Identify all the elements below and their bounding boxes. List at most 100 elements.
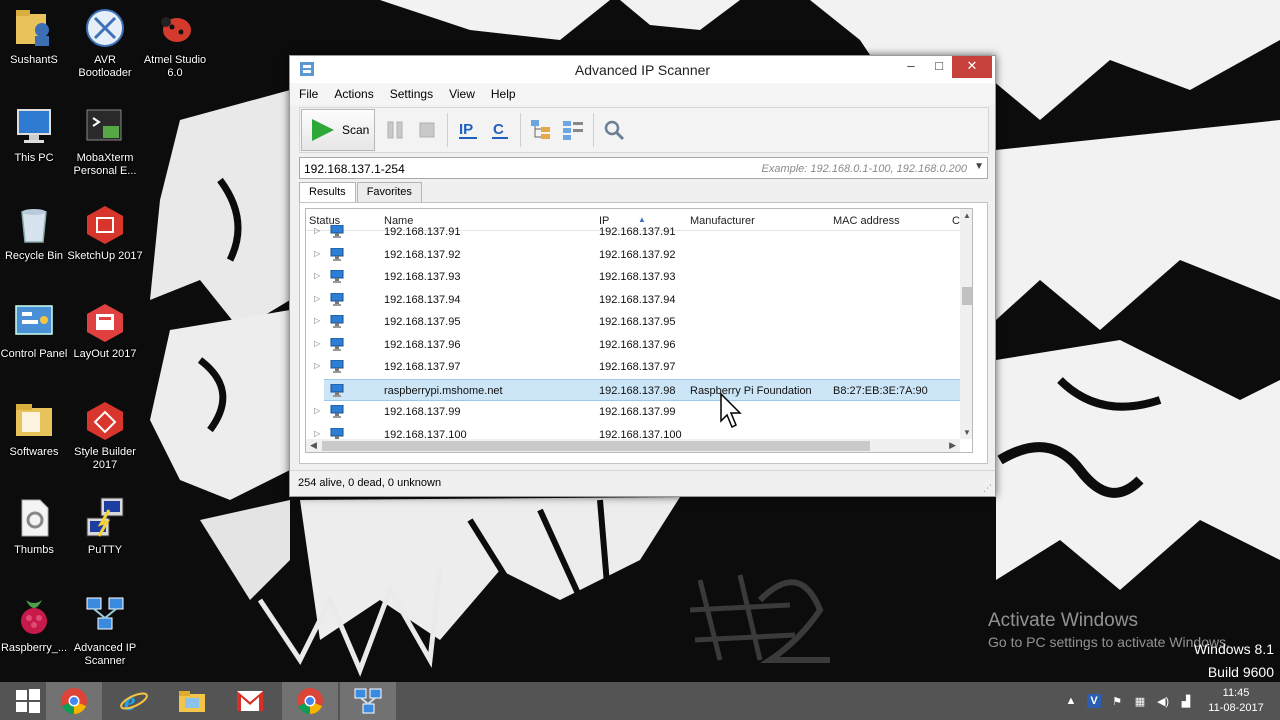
scan-button-label: Scan bbox=[342, 123, 370, 137]
close-button[interactable]: ✕ bbox=[952, 56, 992, 78]
desktop-icon-mobaxterm[interactable]: MobaXterm Personal E... bbox=[66, 104, 144, 178]
host-ip: 192.168.137.96 bbox=[599, 338, 676, 351]
stop-button[interactable] bbox=[413, 115, 441, 145]
menu-settings[interactable]: Settings bbox=[390, 87, 433, 101]
chevron-down-icon[interactable]: ▼ bbox=[974, 161, 984, 172]
scroll-right-icon[interactable]: ▶ bbox=[949, 440, 956, 451]
expand-arrow-icon[interactable]: ▷ bbox=[314, 361, 320, 370]
subnet-class-button[interactable]: C bbox=[486, 115, 514, 145]
svg-text:IP: IP bbox=[459, 121, 473, 138]
ip-range-input[interactable]: 192.168.137.1-254 Example: 192.168.0.1-1… bbox=[299, 157, 988, 179]
desktop-icon-putty[interactable]: PuTTY bbox=[66, 496, 144, 557]
tab-favorites[interactable]: Favorites bbox=[356, 182, 422, 202]
vertical-scrollbar[interactable]: ▲ ▼ bbox=[960, 209, 972, 439]
table-row[interactable]: ▷ 192.168.137.92 192.168.137.92 bbox=[306, 244, 960, 266]
desktop-icon-advanced-ip-scanner[interactable]: Advanced IP Scanner bbox=[66, 594, 144, 668]
desktop-icon-label: Style Builder 2017 bbox=[74, 446, 136, 471]
collapse-all-button[interactable] bbox=[559, 115, 587, 145]
desktop-icon-label: Raspberry_... bbox=[0, 642, 68, 654]
host-alive-icon bbox=[330, 270, 344, 283]
desktop-icon-label: Atmel Studio 6.0 bbox=[143, 54, 207, 79]
system-tray: ▲ V ⚑ ▦ ◀) ▟ bbox=[1064, 682, 1202, 720]
expand-arrow-icon[interactable]: ▷ bbox=[314, 226, 320, 235]
taskbar-chrome-2[interactable] bbox=[282, 682, 338, 720]
taskbar-chrome[interactable] bbox=[46, 682, 102, 720]
scroll-down-icon[interactable]: ▼ bbox=[963, 428, 971, 437]
table-row[interactable]: ▷ 192.168.137.94 192.168.137.94 bbox=[306, 289, 960, 311]
title-bar[interactable]: Advanced IP Scanner – □ ✕ bbox=[290, 56, 995, 83]
table-row[interactable]: ▷ 192.168.137.99 192.168.137.99 bbox=[306, 401, 960, 423]
taskbar-clock[interactable]: 11:45 11-08-2017 bbox=[1200, 686, 1272, 716]
table-row[interactable]: ▷ 192.168.137.96 192.168.137.96 bbox=[306, 334, 960, 356]
host-name: 192.168.137.95 bbox=[384, 316, 461, 328]
results-grid[interactable]: Status Name IP ▲ Manufacturer MAC addres… bbox=[305, 208, 973, 453]
scroll-left-icon[interactable]: ◀ bbox=[310, 440, 317, 451]
host-name: 192.168.137.91 bbox=[384, 226, 461, 238]
scroll-thumb[interactable] bbox=[962, 287, 972, 305]
pause-button[interactable] bbox=[381, 115, 409, 145]
folder-icon bbox=[16, 404, 52, 436]
expand-arrow-icon[interactable]: ▷ bbox=[314, 294, 320, 303]
minimize-button[interactable]: – bbox=[897, 56, 925, 78]
desktop-icon-softwares[interactable]: Softwares bbox=[0, 398, 73, 459]
scan-button[interactable]: Scan bbox=[301, 109, 375, 151]
user-folder-icon bbox=[16, 10, 49, 46]
host-ip: 192.168.137.91 bbox=[599, 226, 676, 238]
mouse-cursor-icon bbox=[720, 393, 742, 429]
desktop-icon-this-pc[interactable]: This PC bbox=[0, 104, 73, 165]
tree-expand-icon bbox=[531, 120, 550, 139]
tab-results[interactable]: Results bbox=[299, 182, 356, 204]
taskbar-file-explorer[interactable] bbox=[164, 682, 220, 720]
host-alive-icon bbox=[330, 225, 344, 238]
search-button[interactable] bbox=[600, 115, 628, 145]
desktop-icon-raspberry[interactable]: Raspberry_... bbox=[0, 594, 73, 655]
desktop-icon-atmel-studio[interactable]: Atmel Studio 6.0 bbox=[136, 6, 214, 80]
ip-class-button[interactable]: IP bbox=[454, 115, 482, 145]
host-name: 192.168.137.99 bbox=[384, 406, 461, 418]
menu-actions[interactable]: Actions bbox=[334, 87, 373, 101]
desktop-icon-label: Advanced IP Scanner bbox=[73, 642, 137, 667]
menu-help[interactable]: Help bbox=[491, 87, 516, 101]
table-row[interactable]: ▷ 192.168.137.91 192.168.137.91 bbox=[306, 221, 960, 243]
desktop-icon-control-panel[interactable]: Control Panel bbox=[0, 300, 73, 361]
expand-arrow-icon[interactable]: ▷ bbox=[314, 249, 320, 258]
menu-file[interactable]: File bbox=[299, 87, 318, 101]
desktop-icon-avr-bootloader[interactable]: AVR Bootloader bbox=[66, 6, 144, 80]
show-hidden-icons-icon[interactable]: ▲ bbox=[1064, 694, 1078, 708]
desktop-icon-recycle-bin[interactable]: Recycle Bin bbox=[0, 202, 73, 263]
table-row[interactable]: ▷ 192.168.137.97 192.168.137.97 bbox=[306, 356, 960, 378]
scroll-up-icon[interactable]: ▲ bbox=[963, 211, 971, 220]
desktop-icon-sushants[interactable]: SushantS bbox=[0, 6, 73, 67]
windows-build: Build 9600 bbox=[1207, 664, 1274, 680]
horizontal-scrollbar[interactable]: ◀ ▶ bbox=[306, 439, 960, 452]
expand-arrow-icon[interactable]: ▷ bbox=[314, 271, 320, 280]
expand-arrow-icon[interactable]: ▷ bbox=[314, 339, 320, 348]
volume-icon[interactable]: ◀) bbox=[1156, 694, 1170, 708]
expand-arrow-icon[interactable]: ▷ bbox=[314, 316, 320, 325]
taskbar-internet-explorer[interactable]: e bbox=[106, 682, 162, 720]
taskbar-advanced-ip-scanner[interactable] bbox=[340, 682, 396, 720]
maximize-button[interactable]: □ bbox=[925, 56, 953, 78]
expand-arrow-icon[interactable]: ▷ bbox=[314, 429, 320, 438]
table-row[interactable]: ▷ 192.168.137.93 192.168.137.93 bbox=[306, 266, 960, 288]
desktop-icon-label: Control Panel bbox=[0, 348, 68, 360]
clock-time: 11:45 bbox=[1222, 687, 1250, 699]
table-row[interactable]: raspberrypi.mshome.net 192.168.137.98 Rasp… bbox=[324, 378, 960, 401]
table-row[interactable]: ▷ 192.168.137.95 192.168.137.95 bbox=[306, 311, 960, 333]
resize-grip-icon[interactable]: ⋰ bbox=[983, 483, 992, 494]
network-icon[interactable]: ▦ bbox=[1133, 694, 1147, 708]
desktop-icon-layout[interactable]: LayOut 2017 bbox=[66, 300, 144, 361]
menu-view[interactable]: View bbox=[449, 87, 475, 101]
signal-strength-icon[interactable]: ▟ bbox=[1179, 694, 1193, 708]
ip-icon: IP bbox=[459, 121, 477, 139]
desktop-icon-thumbs[interactable]: Thumbs bbox=[0, 496, 73, 557]
tray-app-icon[interactable]: V bbox=[1087, 694, 1101, 708]
desktop-icon-sketchup[interactable]: SketchUp 2017 bbox=[66, 202, 144, 263]
desktop-icon-style-builder[interactable]: Style Builder 2017 bbox=[66, 398, 144, 472]
scroll-thumb[interactable] bbox=[322, 441, 870, 451]
desktop-icon-label: Recycle Bin bbox=[4, 250, 64, 262]
expand-arrow-icon[interactable]: ▷ bbox=[314, 406, 320, 415]
action-center-flag-icon[interactable]: ⚑ bbox=[1110, 694, 1124, 708]
expand-all-button[interactable] bbox=[527, 115, 555, 145]
taskbar-gmail[interactable] bbox=[222, 682, 278, 720]
